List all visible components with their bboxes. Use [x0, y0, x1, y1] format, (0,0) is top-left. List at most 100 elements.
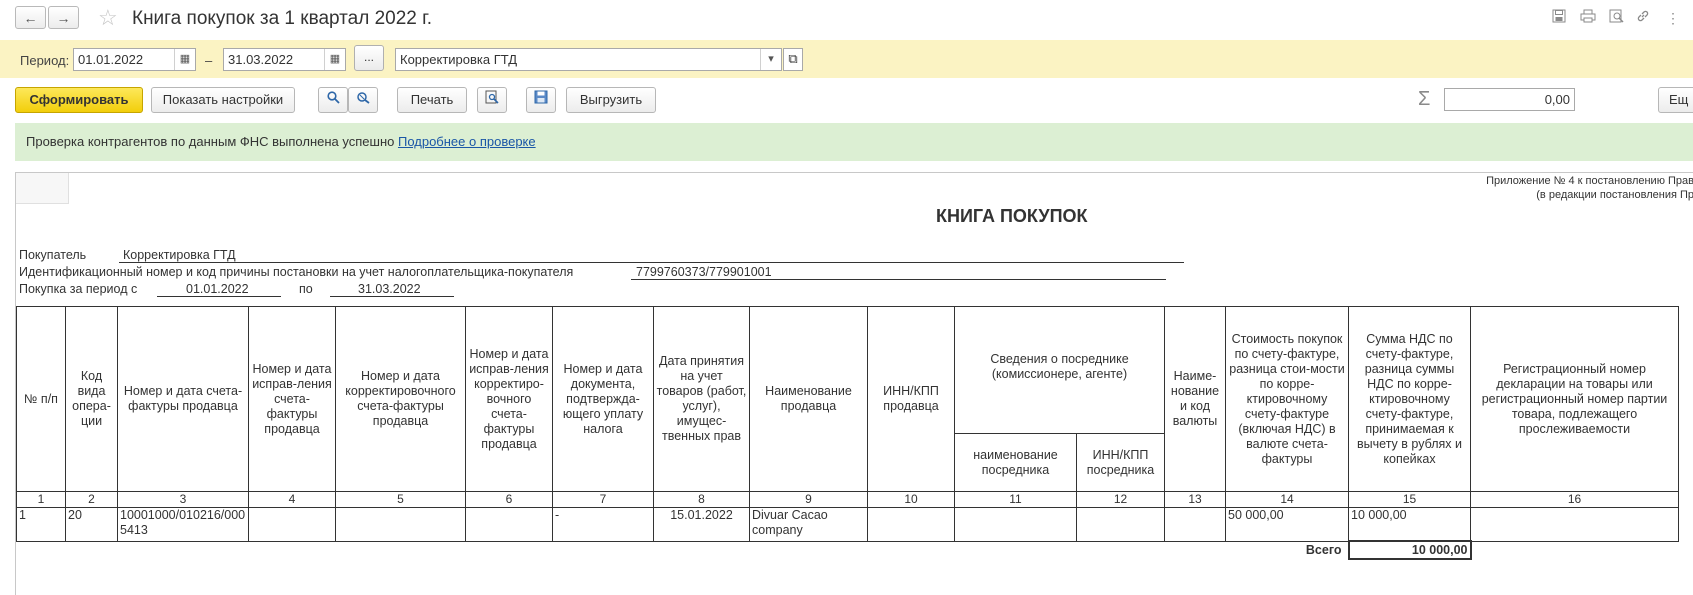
column-number: 8: [653, 491, 750, 508]
period-to-value: 31.03.2022: [228, 52, 294, 67]
link-icon[interactable]: [1633, 9, 1653, 27]
cell-empty[interactable]: [1470, 507, 1679, 542]
report-sheet: Приложение № 4 к постановлению Прав (в р…: [15, 172, 1693, 595]
more-icon[interactable]: ⋮: [1663, 9, 1683, 27]
cell-invoice[interactable]: 10001000/010216/0005413: [117, 507, 249, 542]
period-select-button[interactable]: ...: [354, 45, 384, 71]
cell-cost[interactable]: 50 000,00: [1225, 507, 1349, 542]
column-number: 16: [1470, 491, 1679, 508]
back-arrow-icon: ←: [23, 9, 38, 26]
header-col-14: Стоимость покупок по счету-фактуре, разн…: [1225, 306, 1349, 492]
inn-value: 7799760373/779901001: [636, 265, 772, 279]
inn-label: Идентификационный номер и код причины по…: [19, 265, 574, 279]
save-icon: [534, 90, 548, 104]
open-window-icon: ⧉: [788, 51, 798, 66]
cell-empty[interactable]: [1076, 507, 1165, 542]
forward-button[interactable]: →: [48, 6, 79, 29]
cell-empty[interactable]: [867, 507, 955, 542]
header-col-2: Код вида опера-ции: [65, 306, 118, 492]
purchase-book-table: № п/п Код вида опера-ции Номер и дата сч…: [16, 306, 1679, 560]
column-number: 13: [1164, 491, 1226, 508]
preview-icon: [485, 90, 499, 104]
cell-number[interactable]: 1: [16, 507, 66, 542]
inn-underline: [631, 279, 1166, 280]
period-from-underline: [157, 296, 281, 297]
appendix-line-2: (в редакции постановления Пр: [1536, 189, 1693, 201]
generate-button[interactable]: Сформировать: [15, 87, 143, 113]
header-col-15: Сумма НДС по счету-фактуре, разница сумм…: [1348, 306, 1471, 492]
calendar-icon[interactable]: ▦: [324, 49, 345, 70]
period-to-field[interactable]: 31.03.2022 ▦: [223, 48, 346, 71]
cell-operation-code[interactable]: 20: [65, 507, 118, 542]
cell-empty[interactable]: [465, 507, 553, 542]
appendix-line-1: Приложение № 4 к постановлению Прав: [1486, 175, 1693, 187]
save-icon[interactable]: [1549, 9, 1569, 27]
header-col-13: Наиме-нование и код валюты: [1164, 306, 1226, 492]
more-button[interactable]: Ещ: [1658, 87, 1693, 113]
header-col-11: наименование посредника: [954, 433, 1077, 492]
print-icon[interactable]: [1578, 9, 1598, 27]
column-number: 1: [16, 491, 66, 508]
total-label: Всего: [1305, 542, 1342, 557]
period-label: Период:: [20, 53, 70, 68]
period-to-value: 31.03.2022: [358, 282, 421, 296]
buyer-value: Корректировка ГТД: [123, 248, 236, 262]
back-button[interactable]: ←: [15, 6, 46, 29]
chevron-down-icon[interactable]: ▾: [760, 49, 781, 70]
cell-empty[interactable]: [1164, 507, 1226, 542]
cell-empty[interactable]: [248, 507, 336, 542]
sum-field: 0,00: [1444, 88, 1575, 111]
export-button[interactable]: Выгрузить: [566, 87, 656, 113]
column-number: 7: [552, 491, 654, 508]
forward-arrow-icon: →: [56, 9, 71, 26]
sum-icon: Σ: [1418, 88, 1431, 110]
period-from-field[interactable]: 01.01.2022 ▦: [73, 48, 196, 71]
organization-select[interactable]: Корректировка ГТД ▾: [395, 48, 782, 71]
column-number: 15: [1348, 491, 1471, 508]
print-preview-button[interactable]: [477, 87, 507, 113]
notice-text: Проверка контрагентов по данным ФНС выпо…: [26, 134, 398, 149]
buyer-label: Покупатель: [19, 248, 87, 262]
header-col-5: Номер и дата корректировочного счета-фак…: [335, 306, 466, 492]
header-col-6: Номер и дата исправ-ления корректиро-воч…: [465, 306, 553, 492]
header-col-10: ИНН/КПП продавца: [867, 306, 955, 492]
total-row: Всего 10 000,00: [17, 540, 1679, 560]
header-col-3: Номер и дата счета-фактуры продавца: [117, 306, 249, 492]
header-col-8: Дата принятия на учет товаров (работ, ус…: [653, 306, 750, 492]
fns-check-notice: Проверка контрагентов по данным ФНС выпо…: [15, 123, 1693, 161]
cell-payment-doc[interactable]: -: [552, 507, 654, 542]
save-report-button[interactable]: [526, 87, 556, 113]
open-organization-button[interactable]: ⧉: [783, 48, 803, 71]
cell-empty[interactable]: [335, 507, 466, 542]
column-number: 2: [65, 491, 118, 508]
search-cancel-icon: [357, 92, 370, 104]
cell-accept-date[interactable]: 15.01.2022: [653, 507, 750, 542]
header-col-7: Номер и дата документа, подтвержда-ющего…: [552, 306, 654, 492]
column-number: 14: [1225, 491, 1349, 508]
print-button[interactable]: Печать: [397, 87, 467, 113]
column-numbers-row: 1 2 3 4 5 6 7 8 9 10 11 12 13 14 15 16: [16, 491, 1679, 508]
column-number: 11: [954, 491, 1077, 508]
header-col-16: Регистрационный номер декларации на това…: [1470, 306, 1679, 492]
favorite-star-icon[interactable]: ☆: [98, 7, 118, 29]
header-col-12: ИНН/КПП посредника: [1076, 433, 1165, 492]
search-button[interactable]: [318, 87, 348, 113]
period-from-value: 01.01.2022: [186, 282, 249, 296]
page-title: Книга покупок за 1 квартал 2022 г.: [132, 8, 433, 29]
report-title: КНИГА ПОКУПОК: [936, 206, 1088, 226]
cell-vat[interactable]: 10 000,00: [1348, 507, 1471, 542]
show-settings-button[interactable]: Показать настройки: [151, 87, 295, 113]
column-number: 10: [867, 491, 955, 508]
total-vat: 10 000,00: [1347, 540, 1472, 560]
check-details-link[interactable]: Подробнее о проверке: [398, 134, 536, 149]
period-from-label: Покупка за период с: [19, 282, 138, 296]
header-intermediary-group: Сведения о посреднике (комиссионере, аге…: [954, 306, 1165, 434]
column-number: 3: [117, 491, 249, 508]
cell-seller[interactable]: Divuar Cacao company: [749, 507, 868, 542]
table-row[interactable]: 1 20 10001000/010216/0005413 - 15.01.202…: [16, 507, 1679, 542]
cell-empty[interactable]: [954, 507, 1077, 542]
search-settings-button[interactable]: [348, 87, 378, 113]
calendar-icon[interactable]: ▦: [174, 49, 195, 70]
column-number: 9: [749, 491, 868, 508]
preview-icon[interactable]: [1606, 9, 1626, 27]
